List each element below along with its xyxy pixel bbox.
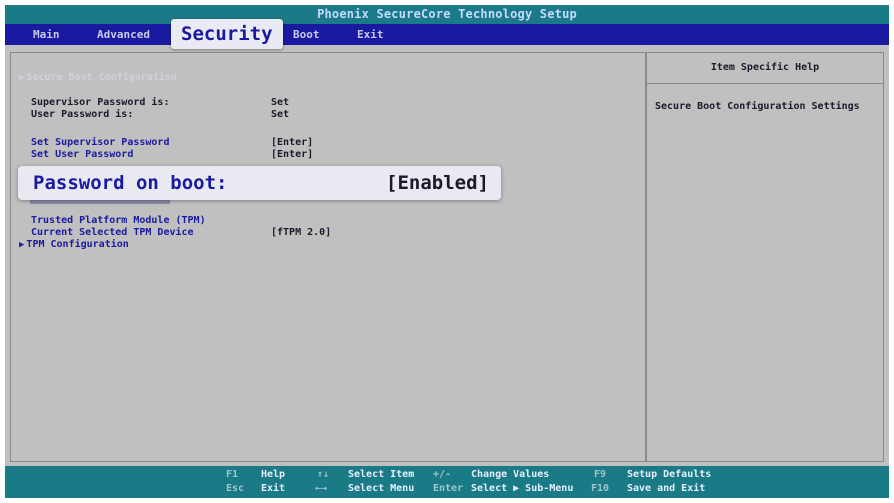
tab-main[interactable]: Main: [33, 24, 60, 45]
key-esc-desc: Exit: [261, 483, 286, 494]
tpm-device-label: Current Selected TPM Device: [31, 227, 194, 238]
triangle-right-icon: ▶: [19, 73, 25, 83]
password-on-boot-label: Password on boot:: [33, 172, 228, 194]
tpm-config-label: TPM Configuration: [26, 239, 129, 250]
tpm-heading: Trusted Platform Module (TPM): [31, 215, 351, 227]
set-user-value: [Enter]: [271, 149, 314, 160]
user-status-value: Set: [271, 109, 290, 120]
key-leftright-desc: Select Menu: [348, 483, 415, 494]
set-user-label: Set User Password: [31, 149, 134, 160]
set-supervisor-value: [Enter]: [271, 137, 314, 148]
password-on-boot-item[interactable]: Password on boot: [Enabled]: [18, 166, 501, 200]
help-title: Item Specific Help: [647, 53, 883, 84]
key-updown-desc: Select Item: [348, 469, 415, 480]
help-panel: Item Specific Help Secure Boot Configura…: [646, 52, 884, 462]
key-f9: F9: [594, 469, 607, 480]
tab-boot[interactable]: Boot: [293, 24, 320, 45]
key-leftright: ←→: [315, 483, 328, 494]
key-f10-desc: Save and Exit: [627, 483, 706, 494]
secure-boot-config-item[interactable]: ▶ Secure Boot Configuration: [19, 72, 177, 84]
secure-boot-config-label: Secure Boot Configuration: [26, 72, 177, 83]
key-plusminus-desc: Change Values: [471, 469, 550, 480]
set-supervisor-label: Set Supervisor Password: [31, 137, 170, 148]
key-f1-desc: Help: [261, 469, 286, 480]
key-f10: F10: [591, 483, 610, 494]
user-password-status: User Password is: Set: [31, 109, 331, 121]
set-user-password-item[interactable]: Set User Password [Enter]: [31, 149, 331, 161]
key-enter: Enter: [433, 483, 464, 494]
key-legend-footer: F1 Help ↑↓ Select Item +/- Change Values…: [5, 466, 889, 498]
tab-security[interactable]: Security: [171, 19, 283, 49]
key-updown: ↑↓: [317, 469, 330, 480]
key-f1: F1: [226, 469, 239, 480]
tpm-device-item[interactable]: Current Selected TPM Device [fTPM 2.0]: [31, 227, 351, 239]
settings-panel: ▶ Secure Boot Configuration Supervisor Pa…: [10, 52, 646, 462]
supervisor-status-label: Supervisor Password is:: [31, 97, 170, 108]
supervisor-password-status: Supervisor Password is: Set: [31, 97, 331, 109]
password-on-boot-value[interactable]: [Enabled]: [386, 172, 489, 194]
tab-exit[interactable]: Exit: [357, 24, 384, 45]
key-enter-desc: Select ▶ Sub-Menu: [471, 483, 574, 494]
tab-advanced[interactable]: Advanced: [97, 24, 150, 45]
key-esc: Esc: [226, 483, 245, 494]
key-f9-desc: Setup Defaults: [627, 469, 712, 480]
tpm-device-value: [fTPM 2.0]: [271, 227, 332, 238]
triangle-right-icon: ▶: [19, 240, 25, 250]
key-plusminus: +/-: [433, 469, 452, 480]
user-status-label: User Password is:: [31, 109, 134, 120]
set-supervisor-password-item[interactable]: Set Supervisor Password [Enter]: [31, 137, 331, 149]
supervisor-status-value: Set: [271, 97, 290, 108]
help-text: Secure Boot Configuration Settings: [655, 101, 860, 112]
bios-window: Phoenix SecureCore Technology Setup Main…: [5, 5, 889, 498]
menu-bar: Main Advanced Security Boot Exit: [5, 19, 889, 49]
obscured-row: [30, 200, 170, 204]
tpm-heading-label: Trusted Platform Module (TPM): [31, 215, 206, 226]
window-title: Phoenix SecureCore Technology Setup: [5, 5, 889, 24]
tpm-configuration-item[interactable]: ▶ TPM Configuration: [19, 239, 129, 251]
